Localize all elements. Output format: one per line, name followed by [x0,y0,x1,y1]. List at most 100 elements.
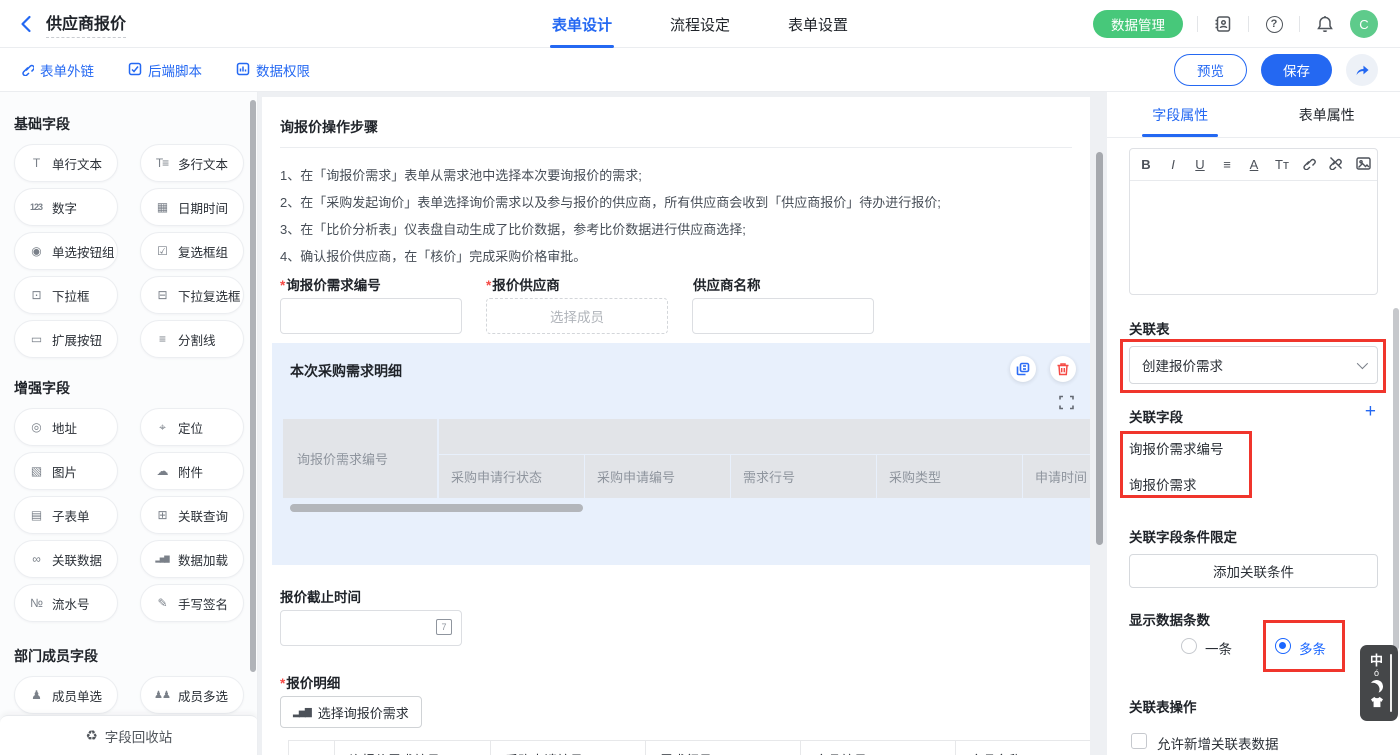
panel-scrollbar[interactable] [1393,308,1399,650]
field-item-subform[interactable]: ▤子表单 [14,496,118,534]
related-field-item[interactable]: 询报价需求编号 [1129,438,1224,458]
moon-icon[interactable] [1369,678,1384,693]
ime-toolbar[interactable]: 中 ó [1360,645,1398,721]
allow-add-label[interactable]: 允许新增关联表数据 [1157,733,1279,753]
field-quote-detail-label[interactable]: *报价明细 [280,672,1072,688]
column-header: 需求行号 [646,741,801,755]
field-item-multi-line-text[interactable]: T≡多行文本 [140,144,244,182]
column-header: 产品编号 [801,741,956,755]
back-icon[interactable] [18,15,34,33]
select-member-button[interactable]: 选择成员 [486,298,668,334]
field-item-multi-dropdown[interactable]: ⊟下拉复选框 [140,276,244,314]
field-supplier-name[interactable]: 供应商名称 [692,274,874,334]
bell-icon[interactable] [1314,13,1336,35]
row-index-column [289,741,335,755]
related-table-select[interactable]: 创建报价需求 [1129,346,1378,384]
field-item-member-single[interactable]: ♟成员单选 [14,676,118,714]
avatar[interactable]: C [1350,10,1378,38]
select-inquiry-request-button[interactable]: ▂▅▇ 选择询报价需求 [280,696,422,728]
sidebar-scrollbar[interactable] [250,100,256,672]
supplier-name-input[interactable] [692,298,874,334]
field-quote-deadline[interactable]: 报价截止时间 [280,586,1072,602]
add-related-field-button[interactable]: + [1365,402,1376,421]
tab-form-properties[interactable]: 表单属性 [1254,92,1400,137]
radio-single-label[interactable]: 一条 [1205,638,1232,658]
tab-field-properties[interactable]: 字段属性 [1107,92,1254,137]
quote-deadline-input[interactable] [280,610,462,646]
inquiry-request-no-input[interactable] [280,298,462,334]
ime-punctuation-indicator[interactable]: ó [1374,669,1379,678]
address-book-icon[interactable] [1212,13,1234,35]
share-button[interactable] [1346,54,1378,86]
field-item-signature[interactable]: ✎手写签名 [140,584,244,622]
skin-shirt-icon[interactable] [1370,695,1384,713]
subform-title: 本次采购需求明细 [290,361,402,381]
data-permission-button[interactable]: 数据权限 [236,60,310,80]
field-item-data-load[interactable]: ▂▅▇数据加载 [140,540,244,578]
tab-form-setting[interactable]: 表单设置 [788,0,848,48]
canvas-scrollbar[interactable] [1096,152,1103,545]
expand-icon[interactable] [1059,395,1074,415]
display-count-label: 显示数据条数 [1129,609,1210,629]
backend-script-button[interactable]: 后端脚本 [128,60,202,80]
tab-form-design[interactable]: 表单设计 [552,0,612,48]
link-button[interactable] [1302,156,1314,173]
allow-add-checkbox[interactable] [1131,733,1147,749]
align-button[interactable]: ≡ [1221,157,1233,172]
italic-button[interactable]: I [1167,157,1179,172]
field-item-single-line-text[interactable]: T单行文本 [14,144,118,182]
field-item-address[interactable]: ◎地址 [14,408,118,446]
field-item-related-query[interactable]: ⊞关联查询 [140,496,244,534]
subform-purchase-detail[interactable]: 本次采购需求明细 询报价需求编号 采购申请行状态 采购申请编号 需求行号 采购类… [272,343,1090,565]
page-title[interactable]: 供应商报价 [46,10,126,38]
add-condition-button[interactable]: 添加关联条件 [1129,554,1378,588]
help-icon[interactable]: ? [1263,13,1285,35]
bold-button[interactable]: B [1140,157,1152,172]
font-size-button[interactable]: Tт [1275,157,1287,172]
subform-horizontal-scrollbar[interactable] [290,504,583,512]
font-color-button[interactable]: A [1248,157,1260,172]
field-item-serial-number[interactable]: №流水号 [14,584,118,622]
divider [1248,16,1249,32]
editor-content[interactable] [1130,181,1377,294]
form-designer-app: 供应商报价 表单设计 流程设定 表单设置 数据管理 ? C 表单外 [0,0,1400,755]
field-item-location[interactable]: ⌖定位 [140,408,244,446]
ime-language-indicator[interactable]: 中 [1370,654,1383,667]
rich-text-editor[interactable]: B I U ≡ A Tт [1129,148,1378,295]
field-item-related-data[interactable]: ∞关联数据 [14,540,118,578]
field-inquiry-request-no[interactable]: *询报价需求编号 [280,274,462,334]
tab-flow-setting[interactable]: 流程设定 [670,0,730,48]
save-button[interactable]: 保存 [1261,54,1332,86]
field-item-extend-button[interactable]: ▭扩展按钮 [14,320,118,358]
related-field-item[interactable]: 询报价需求 [1129,474,1197,494]
field-recycle-bin[interactable]: ♻ 字段回收站 [0,715,258,755]
field-quote-supplier[interactable]: *报价供应商 选择成员 [486,274,668,334]
unlink-button[interactable] [1329,156,1341,173]
radio-multiple-label[interactable]: 多条 [1299,638,1326,658]
field-item-number[interactable]: 123数字 [14,188,118,226]
field-item-attachment[interactable]: ☁附件 [140,452,244,490]
data-load-chart-icon: ▂▅▇ [153,555,171,563]
radio-single[interactable] [1181,638,1197,654]
location-target-icon: ⌖ [153,420,171,435]
field-item-checkbox-group[interactable]: ☑复选框组 [140,232,244,270]
field-item-image[interactable]: ▧图片 [14,452,118,490]
external-link-button[interactable]: 表单外链 [20,60,94,80]
underline-button[interactable]: U [1194,157,1206,172]
copy-button[interactable] [1010,356,1036,382]
field-item-dropdown[interactable]: ⊡下拉框 [14,276,118,314]
field-item-radio-group[interactable]: ◉单选按钮组 [14,232,118,270]
people-icon: ♟♟ [153,690,171,701]
preview-button[interactable]: 预览 [1174,54,1247,86]
field-item-member-multi[interactable]: ♟♟成员多选 [140,676,244,714]
image-button[interactable] [1356,157,1368,173]
table-ops-label: 关联表操作 [1129,696,1197,716]
steps-heading[interactable]: 询报价操作步骤 [280,117,1072,137]
data-manage-button[interactable]: 数据管理 [1093,10,1183,38]
radio-multiple[interactable] [1275,638,1291,654]
related-fields-label: 关联字段 [1129,406,1183,426]
display-count-options: 一条 多条 [1107,638,1400,656]
delete-button[interactable] [1050,356,1076,382]
field-item-divider-line[interactable]: ≡分割线 [140,320,244,358]
field-item-datetime[interactable]: ▦日期时间 [140,188,244,226]
